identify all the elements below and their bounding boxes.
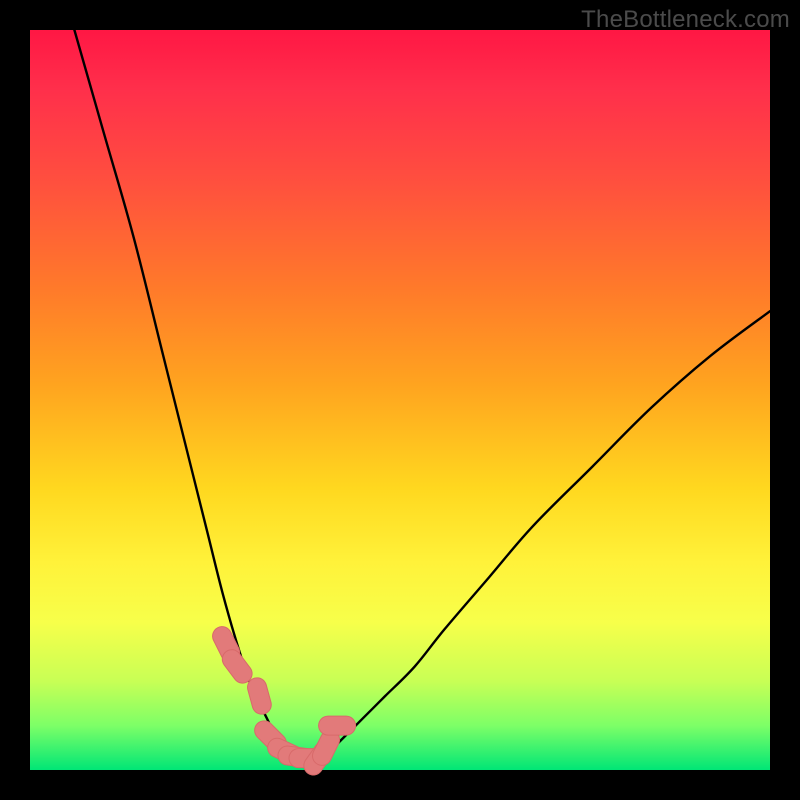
plot-area bbox=[30, 30, 770, 770]
marker-dot bbox=[232, 659, 243, 673]
markers-group bbox=[222, 636, 346, 765]
marker-dot bbox=[257, 687, 262, 704]
curve-right bbox=[311, 311, 770, 762]
chart-svg bbox=[30, 30, 770, 770]
marker-dot bbox=[322, 740, 330, 756]
chart-frame: TheBottleneck.com bbox=[0, 0, 800, 800]
curve-left bbox=[74, 30, 311, 763]
